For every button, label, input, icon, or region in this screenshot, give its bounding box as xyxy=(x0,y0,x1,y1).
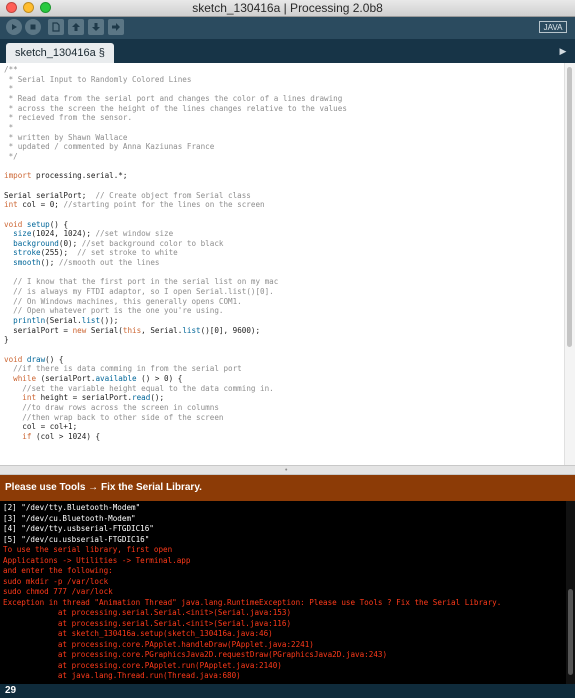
code-line: if (col > 1024) { xyxy=(22,431,101,441)
console-line: at sketch_130416a.setup(sketch_130416a.j… xyxy=(3,629,273,638)
console-line: at java.lang.Thread.run(Thread.java:680) xyxy=(3,671,241,680)
console-line: To use the serial library, first open xyxy=(3,545,173,554)
console-line: [3] "/dev/cu.Bluetooth-Modem" xyxy=(3,513,136,523)
code-line: * recieved from the sensor. xyxy=(4,113,133,123)
code-line: println(Serial.list()); xyxy=(13,316,119,326)
new-button[interactable] xyxy=(48,19,64,35)
code-text[interactable]: /** * Serial Input to Randomly Colored L… xyxy=(4,65,563,442)
status-bar: 29 xyxy=(0,684,575,698)
code-line: */ xyxy=(4,151,18,161)
code-line: size(1024, 1024); //set window size xyxy=(13,229,174,239)
window-title: sketch_130416a | Processing 2.0b8 xyxy=(192,1,383,15)
split-divider[interactable]: • xyxy=(0,465,575,475)
play-icon xyxy=(12,24,17,30)
code-line: while (serialPort.available () > 0) { xyxy=(13,374,183,383)
console[interactable]: [2] "/dev/tty.Bluetooth-Modem" [3] "/dev… xyxy=(0,501,575,684)
console-text[interactable]: [2] "/dev/tty.Bluetooth-Modem" [3] "/dev… xyxy=(3,503,501,682)
code-line: void setup() { xyxy=(4,219,69,229)
console-line: [5] "/dev/cu.usbserial-FTGDIC16" xyxy=(3,534,150,544)
code-line: // Open whatever port is the one you're … xyxy=(13,306,224,316)
console-scrollbar[interactable] xyxy=(566,501,575,684)
code-line: //then wrap back to other side of the sc… xyxy=(22,412,224,422)
tab-bar: sketch_130416a § ▶ xyxy=(0,39,575,63)
code-line: int height = serialPort.read(); xyxy=(22,393,165,403)
code-line: * across the screen the height of the li… xyxy=(4,103,347,113)
console-line: [2] "/dev/tty.Bluetooth-Modem" xyxy=(3,503,141,512)
code-line: // is always my FTDI adaptor, so I open … xyxy=(13,287,274,297)
code-line: col = col+1; xyxy=(4,422,78,432)
console-line: at processing.serial.Serial.<init>(Seria… xyxy=(3,608,292,617)
code-line: } xyxy=(4,335,9,345)
console-scrollbar-thumb[interactable] xyxy=(568,589,573,675)
console-line: and enter the following: xyxy=(3,566,113,575)
editor-scrollbar-thumb[interactable] xyxy=(567,67,572,347)
editor-scrollbar[interactable] xyxy=(564,63,575,465)
line-number: 29 xyxy=(5,685,17,696)
open-button[interactable] xyxy=(68,19,84,35)
code-line: * written by Shawn Wallace xyxy=(4,132,128,142)
message-bar: Please use Tools → Fix the Serial Librar… xyxy=(0,475,575,501)
new-file-icon xyxy=(52,22,60,32)
code-line: import processing.serial.*; xyxy=(4,171,128,181)
mode-selector[interactable]: JAVA xyxy=(539,21,567,33)
code-line: // I know that the first port in the ser… xyxy=(13,277,279,287)
stop-button[interactable] xyxy=(25,19,41,35)
console-line: [4] "/dev/tty.usbserial-FTGDIC16" xyxy=(3,524,154,533)
code-line: smooth(); //smooth out the lines xyxy=(13,258,160,268)
code-line: Serial serialPort; // Create object from… xyxy=(4,190,251,200)
save-button[interactable] xyxy=(88,19,104,35)
code-line: // On Windows machines, this generally o… xyxy=(13,296,242,306)
save-icon xyxy=(92,23,100,31)
code-line: * Serial Input to Randomly Colored Lines xyxy=(4,74,192,84)
console-line: at processing.serial.Serial.<init>(Seria… xyxy=(3,618,292,628)
export-button[interactable] xyxy=(108,19,124,35)
code-line: serialPort = new Serial(this, Serial.lis… xyxy=(4,325,261,335)
title-bar: sketch_130416a | Processing 2.0b8 xyxy=(0,0,575,17)
stop-icon xyxy=(30,24,36,30)
open-icon xyxy=(72,23,80,31)
code-line: //set the variable height equal to the d… xyxy=(22,383,274,393)
tab-sketch[interactable]: sketch_130416a § xyxy=(6,43,114,63)
code-line: * Read data from the serial port and cha… xyxy=(4,93,343,103)
code-line: * xyxy=(4,84,14,94)
code-line: stroke(255); // set stroke to white xyxy=(13,248,178,258)
console-line: at processing.core.PApplet.run(PApplet.j… xyxy=(3,660,282,670)
code-line: int col = 0; //starting point for the li… xyxy=(4,200,265,210)
console-line: sudo chmod 777 /var/lock xyxy=(3,587,113,596)
console-line: Applications -> Utilities -> Terminal.ap… xyxy=(3,555,191,565)
code-line: * updated / commented by Anna Kaziunas F… xyxy=(4,142,215,152)
export-icon xyxy=(112,23,120,31)
run-button[interactable] xyxy=(6,19,22,35)
toolbar: JAVA xyxy=(0,17,575,39)
code-editor[interactable]: /** * Serial Input to Randomly Colored L… xyxy=(0,63,575,465)
console-line: sudo mkdir -p /var/lock xyxy=(3,576,109,586)
code-line: background(0); //set background color to… xyxy=(13,238,224,248)
code-line: //to draw rows across the screen in colu… xyxy=(22,402,219,412)
code-line: /** xyxy=(4,65,18,74)
code-line: * xyxy=(4,122,14,132)
code-line: //if there is data comming in from the s… xyxy=(13,364,242,374)
code-line: void draw() { xyxy=(4,354,64,364)
divider-grip-icon: • xyxy=(285,467,288,474)
console-line: at processing.core.PGraphicsJava2D.reque… xyxy=(3,650,388,659)
error-message: Please use Tools → Fix the Serial Librar… xyxy=(5,482,202,493)
console-line: Exception in thread "Animation Thread" j… xyxy=(3,597,502,607)
tab-menu-arrow-icon[interactable]: ▶ xyxy=(557,45,569,57)
console-line: at processing.core.PApplet.handleDraw(PA… xyxy=(3,639,314,649)
